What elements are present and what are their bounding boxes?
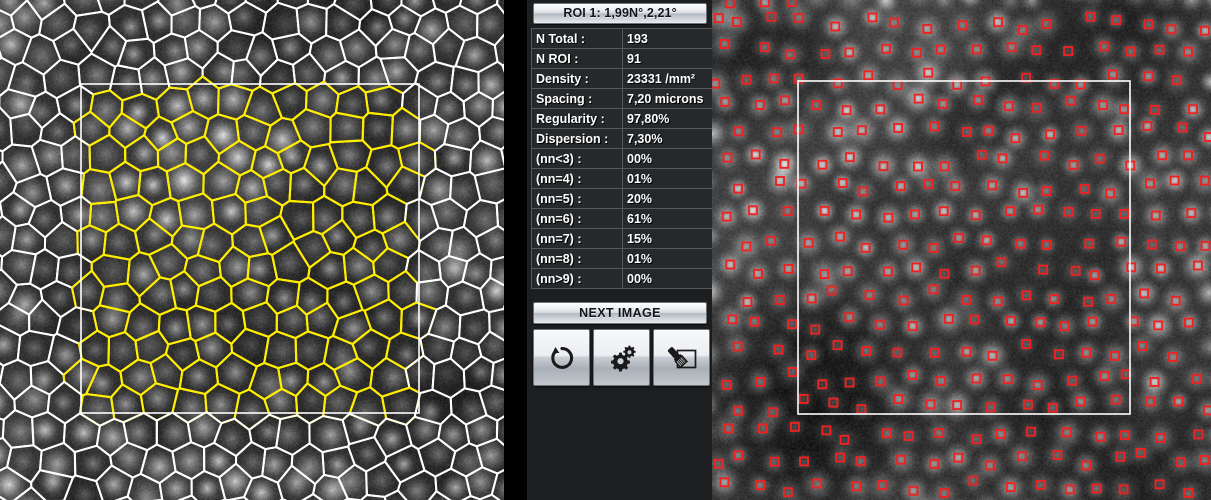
stats-row-value: 91 (622, 48, 718, 69)
stats-row: Density :23331 /mm² (531, 68, 718, 89)
cell-detection-micrograph-panel[interactable] (712, 0, 1211, 500)
stats-row-value: 7,20 microns (622, 88, 718, 109)
stats-row-value: 23331 /mm² (622, 68, 718, 89)
reload-button[interactable] (533, 329, 590, 386)
stats-panel-body: ROI 1: 1,99N°,2,21° N Total :193 N ROI :9… (527, 0, 718, 500)
stats-row-label: N Total : (531, 28, 623, 49)
stats-row: (nn<3) :00% (531, 148, 718, 169)
stats-row: N Total :193 (531, 28, 718, 49)
stats-row: (nn=8) :01% (531, 248, 718, 269)
voronoi-micrograph-image (0, 0, 504, 500)
stats-row-label: (nn<3) : (531, 148, 623, 169)
tool-button-row (533, 329, 711, 386)
statistics-table: N Total :193 N ROI :91 Density :23331 /mm²… (531, 28, 718, 289)
stats-row: N ROI :91 (531, 48, 718, 69)
stats-row: (nn>9) :00% (531, 268, 718, 289)
stats-panel: ROI 1: 1,99N°,2,21° N Total :193 N ROI :9… (504, 0, 718, 500)
stats-row-value: 97,80% (622, 108, 718, 129)
stats-row-value: 61% (622, 208, 718, 229)
stats-row: Spacing :7,20 microns (531, 88, 718, 109)
stats-row: Regularity :97,80% (531, 108, 718, 129)
stats-row-label: (nn=6) : (531, 208, 623, 229)
stats-row-label: Density : (531, 68, 623, 89)
cell-detection-micrograph-image (712, 0, 1211, 500)
stats-row-value: 193 (622, 28, 718, 49)
stats-row-label: Regularity : (531, 108, 623, 129)
stats-row-label: (nn=7) : (531, 228, 623, 249)
stats-row: (nn=4) :01% (531, 168, 718, 189)
stats-row: (nn=7) :15% (531, 228, 718, 249)
stats-row-label: (nn>9) : (531, 268, 623, 289)
stats-row-label: Dispersion : (531, 128, 623, 149)
settings-icon (606, 342, 638, 374)
clear-roi-button[interactable] (653, 329, 710, 386)
next-image-button[interactable]: NEXT IMAGE (533, 302, 707, 324)
stats-row-label: Spacing : (531, 88, 623, 109)
stats-row: (nn=6) :61% (531, 208, 718, 229)
application-root: ROI 1: 1,99N°,2,21° N Total :193 N ROI :9… (0, 0, 1211, 500)
stats-row-value: 15% (622, 228, 718, 249)
reload-icon (547, 343, 577, 373)
stats-row-label: (nn=8) : (531, 248, 623, 269)
stats-row-value: 00% (622, 148, 718, 169)
clear-roi-icon (665, 342, 699, 374)
stats-row-value: 01% (622, 168, 718, 189)
stats-row-label: (nn=5) : (531, 188, 623, 209)
stats-row-label: N ROI : (531, 48, 623, 69)
stats-row: (nn=5) :20% (531, 188, 718, 209)
stats-row-value: 20% (622, 188, 718, 209)
settings-button[interactable] (593, 329, 650, 386)
stats-row-value: 01% (622, 248, 718, 269)
voronoi-micrograph-panel[interactable] (0, 0, 504, 500)
stats-row-value: 7,30% (622, 128, 718, 149)
stats-row: Dispersion :7,30% (531, 128, 718, 149)
roi-title-header: ROI 1: 1,99N°,2,21° (533, 3, 707, 24)
stats-row-label: (nn=4) : (531, 168, 623, 189)
stats-row-value: 00% (622, 268, 718, 289)
